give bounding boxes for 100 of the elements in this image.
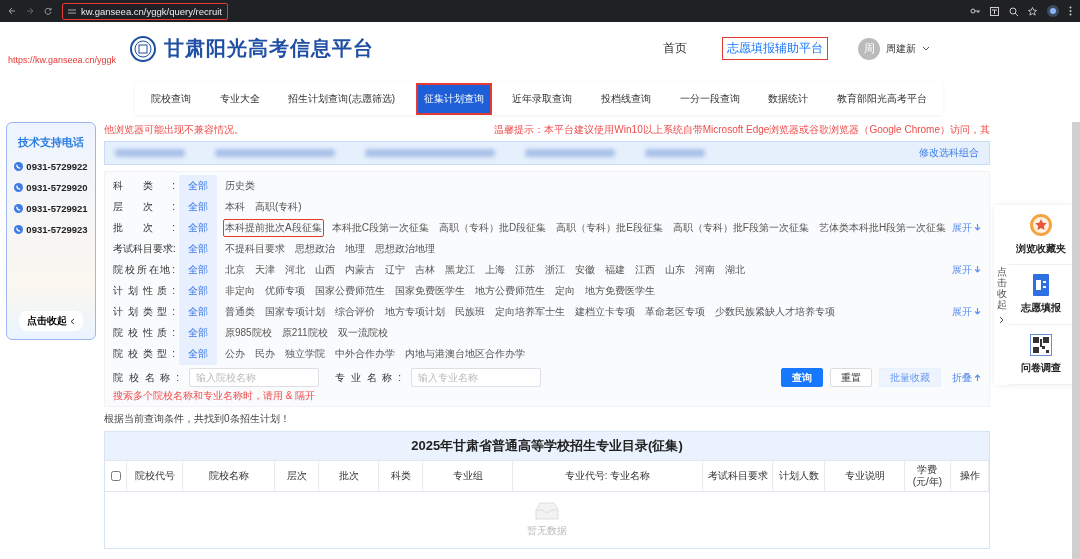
edit-subjects-link[interactable]: 修改选科组合 (919, 146, 979, 160)
phone-icon (14, 183, 24, 192)
filter-option[interactable]: 本科提前批次A段征集 (223, 218, 324, 237)
site-title: 甘肃阳光高考信息平台 (164, 36, 374, 61)
action-button[interactable]: 查询 (781, 368, 823, 387)
filter-label: 计划性质: (113, 283, 176, 298)
filter-option[interactable]: 定向培养军士生 (493, 302, 567, 321)
filter-option[interactable]: 国家专项计划 (263, 302, 327, 321)
filter-option[interactable]: 地方公费师范生 (473, 281, 547, 300)
nav-tab[interactable]: 投档线查询 (592, 82, 659, 115)
filter-option[interactable]: 不提科目要求 (223, 239, 287, 258)
collapse-button[interactable]: 点击收起 (19, 311, 83, 331)
header-link[interactable]: 志愿填报辅助平台 (722, 37, 828, 60)
filter-option[interactable]: 北京 (223, 260, 247, 279)
filter-option[interactable]: 辽宁 (383, 260, 407, 279)
nav-tab[interactable]: 近年录取查询 (504, 82, 581, 115)
side-toggle[interactable]: 点击收起 (994, 205, 1009, 385)
filter-option[interactable]: 民族班 (453, 302, 487, 321)
filter-option[interactable]: 高职（专科）批E段征集 (554, 218, 665, 237)
filter-option[interactable]: 少数民族紧缺人才培养专项 (713, 302, 837, 321)
header-link[interactable]: 首页 (658, 37, 692, 60)
profile-icon[interactable] (1047, 5, 1059, 17)
filter-option[interactable]: 全部 (179, 342, 217, 365)
filter-option[interactable]: 艺体类本科批H段第一次征集 (816, 218, 949, 237)
nav-tab[interactable]: 一分一段查询 (671, 82, 748, 115)
translate-icon[interactable] (990, 6, 999, 16)
filter-label: 院校所在地: (113, 262, 176, 277)
filter-option[interactable]: 上海 (483, 260, 507, 279)
filter-option[interactable]: 高职（专科）批F段第一次征集 (670, 218, 811, 237)
more-icon[interactable] (1069, 6, 1072, 16)
filter-option[interactable]: 高职（专科）批D段征集 (436, 218, 549, 237)
filter-option[interactable]: 综合评价 (333, 302, 377, 321)
reload-icon[interactable] (44, 7, 52, 15)
filter-option[interactable]: 河北 (283, 260, 307, 279)
filter-option[interactable]: 全部 (179, 216, 217, 239)
filter-option[interactable]: 河南 (693, 260, 717, 279)
filter-option[interactable]: 天津 (253, 260, 277, 279)
zoom-icon[interactable] (1009, 6, 1018, 16)
side-item[interactable]: 问卷调查 (1009, 325, 1072, 385)
forward-icon[interactable] (26, 7, 34, 15)
filter-option[interactable]: 吉林 (413, 260, 437, 279)
filter-option[interactable]: 民办 (253, 344, 277, 363)
key-icon[interactable] (970, 7, 980, 15)
filter-option[interactable]: 全部 (179, 195, 217, 218)
filter-option[interactable]: 高职(专科) (253, 197, 304, 216)
filter-option[interactable]: 地理 (343, 239, 367, 258)
filter-option[interactable]: 山东 (663, 260, 687, 279)
filter-option[interactable]: 国家免费医学生 (393, 281, 467, 300)
filter-option[interactable]: 历史类 (223, 176, 257, 195)
action-button[interactable]: 重置 (830, 368, 872, 387)
nav-tab[interactable]: 征集计划查询 (415, 82, 492, 115)
filter-option[interactable]: 革命老区专项 (643, 302, 707, 321)
filter-option[interactable]: 山西 (313, 260, 337, 279)
filter-option[interactable]: 安徽 (573, 260, 597, 279)
filter-option[interactable]: 公办 (223, 344, 247, 363)
filter-option[interactable]: 地方免费医学生 (583, 281, 657, 300)
filter-option[interactable]: 全部 (179, 300, 217, 323)
filter-option[interactable]: 思想政治地理 (373, 239, 437, 258)
filter-option[interactable]: 本科批C段第一次征集 (329, 218, 431, 237)
filter-option[interactable]: 独立学院 (283, 344, 327, 363)
filter-option[interactable]: 全部 (179, 237, 217, 260)
nav-tab[interactable]: 招生计划查询(志愿筛选) (280, 82, 403, 115)
nav-tab[interactable]: 院校查询 (143, 82, 199, 115)
back-icon[interactable] (8, 7, 16, 15)
filter-option[interactable]: 福建 (603, 260, 627, 279)
filter-option[interactable]: 江苏 (513, 260, 537, 279)
filter-option[interactable]: 湖北 (723, 260, 747, 279)
filter-option[interactable]: 地方专项计划 (383, 302, 447, 321)
address-bar[interactable]: kw.ganseea.cn/yggk/query/recruit (62, 2, 228, 20)
filter-option[interactable]: 全部 (179, 258, 217, 281)
select-all-checkbox[interactable] (110, 471, 121, 481)
filter-label: 考试科目要求: (113, 241, 177, 256)
nav-tab[interactable]: 数据统计 (760, 82, 817, 115)
column-header: 院校名称 (208, 470, 249, 482)
filter-option[interactable]: 优师专项 (263, 281, 307, 300)
filter-option[interactable]: 建档立卡专项 (573, 302, 637, 321)
filter-option[interactable]: 全部 (179, 279, 217, 302)
filter-option[interactable]: 内蒙古 (343, 260, 377, 279)
filter-option[interactable]: 江西 (633, 260, 657, 279)
filter-option[interactable]: 原211院校 (279, 323, 330, 342)
filter-option[interactable]: 内地与港澳台地区合作办学 (403, 344, 527, 363)
filter-option[interactable]: 中外合作办学 (333, 344, 397, 363)
filter-option[interactable]: 本科 (223, 197, 247, 216)
nav-tab[interactable]: 教育部阳光高考平台 (828, 82, 935, 115)
filter-option[interactable]: 黑龙江 (443, 260, 477, 279)
filter-option[interactable]: 非定向 (223, 281, 257, 300)
filter-option[interactable]: 定向 (553, 281, 577, 300)
star-icon[interactable] (1028, 6, 1037, 16)
filter-option[interactable]: 全部 (179, 174, 217, 197)
filter-option[interactable]: 双一流院校 (335, 323, 390, 342)
filter-option[interactable]: 浙江 (543, 260, 567, 279)
filter-option[interactable]: 全部 (179, 321, 217, 344)
filter-option[interactable]: 原985院校 (223, 323, 274, 342)
filter-option[interactable]: 思想政治 (293, 239, 337, 258)
annotation-link[interactable]: https://kw.ganseea.cn/yggk (8, 54, 130, 65)
search-field[interactable]: 输入专业名称 (411, 368, 541, 387)
filter-option[interactable]: 国家公费师范生 (313, 281, 387, 300)
filter-option[interactable]: 普通类 (223, 302, 257, 321)
nav-tab[interactable]: 专业大全 (211, 82, 268, 115)
column-header: 专业说明 (844, 470, 885, 482)
